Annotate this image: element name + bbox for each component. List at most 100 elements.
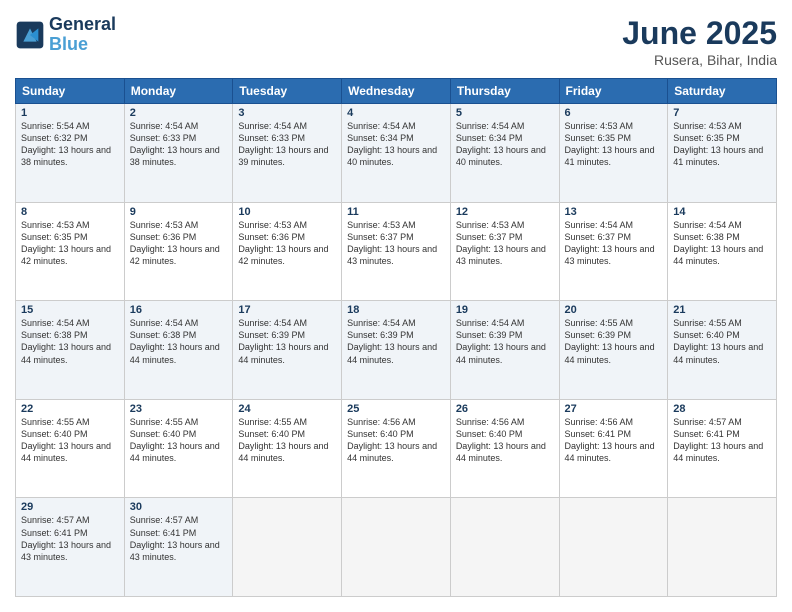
cell-info: Sunrise: 4:53 AMSunset: 6:35 PMDaylight:… (673, 120, 771, 169)
logo: General Blue (15, 15, 116, 55)
cell-info: Sunrise: 4:53 AMSunset: 6:36 PMDaylight:… (130, 219, 228, 268)
day-number: 22 (21, 403, 119, 415)
calendar-cell: 3Sunrise: 4:54 AMSunset: 6:33 PMDaylight… (233, 104, 342, 203)
day-number: 7 (673, 107, 771, 119)
cell-info: Sunrise: 4:54 AMSunset: 6:39 PMDaylight:… (347, 317, 445, 366)
calendar-cell: 14Sunrise: 4:54 AMSunset: 6:38 PMDayligh… (668, 202, 777, 301)
cell-info: Sunrise: 4:54 AMSunset: 6:37 PMDaylight:… (565, 219, 663, 268)
day-number: 19 (456, 304, 554, 316)
calendar-cell: 20Sunrise: 4:55 AMSunset: 6:39 PMDayligh… (559, 301, 668, 400)
calendar-cell: 4Sunrise: 4:54 AMSunset: 6:34 PMDaylight… (342, 104, 451, 203)
day-number: 26 (456, 403, 554, 415)
calendar-cell: 19Sunrise: 4:54 AMSunset: 6:39 PMDayligh… (450, 301, 559, 400)
day-number: 21 (673, 304, 771, 316)
day-number: 5 (456, 107, 554, 119)
cell-info: Sunrise: 4:53 AMSunset: 6:35 PMDaylight:… (565, 120, 663, 169)
calendar-cell (342, 498, 451, 597)
calendar-cell: 30Sunrise: 4:57 AMSunset: 6:41 PMDayligh… (124, 498, 233, 597)
header-day: Wednesday (342, 79, 451, 104)
cell-info: Sunrise: 4:54 AMSunset: 6:38 PMDaylight:… (21, 317, 119, 366)
calendar-cell: 21Sunrise: 4:55 AMSunset: 6:40 PMDayligh… (668, 301, 777, 400)
header-day: Monday (124, 79, 233, 104)
calendar-cell (668, 498, 777, 597)
cell-info: Sunrise: 4:57 AMSunset: 6:41 PMDaylight:… (21, 514, 119, 563)
day-number: 8 (21, 206, 119, 218)
day-number: 6 (565, 107, 663, 119)
cell-info: Sunrise: 4:53 AMSunset: 6:37 PMDaylight:… (456, 219, 554, 268)
logo-line2: Blue (49, 34, 88, 54)
header-day: Sunday (16, 79, 125, 104)
calendar-week-row: 1Sunrise: 5:54 AMSunset: 6:32 PMDaylight… (16, 104, 777, 203)
day-number: 1 (21, 107, 119, 119)
calendar-cell: 8Sunrise: 4:53 AMSunset: 6:35 PMDaylight… (16, 202, 125, 301)
cell-info: Sunrise: 4:55 AMSunset: 6:39 PMDaylight:… (565, 317, 663, 366)
calendar-cell: 23Sunrise: 4:55 AMSunset: 6:40 PMDayligh… (124, 399, 233, 498)
calendar-cell: 2Sunrise: 4:54 AMSunset: 6:33 PMDaylight… (124, 104, 233, 203)
main-title: June 2025 (622, 15, 777, 52)
calendar-cell: 10Sunrise: 4:53 AMSunset: 6:36 PMDayligh… (233, 202, 342, 301)
cell-info: Sunrise: 4:56 AMSunset: 6:40 PMDaylight:… (456, 416, 554, 465)
day-number: 23 (130, 403, 228, 415)
calendar-cell: 9Sunrise: 4:53 AMSunset: 6:36 PMDaylight… (124, 202, 233, 301)
calendar-body: 1Sunrise: 5:54 AMSunset: 6:32 PMDaylight… (16, 104, 777, 597)
cell-info: Sunrise: 4:55 AMSunset: 6:40 PMDaylight:… (238, 416, 336, 465)
title-block: June 2025 Rusera, Bihar, India (622, 15, 777, 68)
day-number: 10 (238, 206, 336, 218)
cell-info: Sunrise: 4:56 AMSunset: 6:40 PMDaylight:… (347, 416, 445, 465)
cell-info: Sunrise: 4:53 AMSunset: 6:35 PMDaylight:… (21, 219, 119, 268)
cell-info: Sunrise: 4:54 AMSunset: 6:38 PMDaylight:… (673, 219, 771, 268)
cell-info: Sunrise: 4:57 AMSunset: 6:41 PMDaylight:… (673, 416, 771, 465)
cell-info: Sunrise: 4:55 AMSunset: 6:40 PMDaylight:… (673, 317, 771, 366)
day-number: 3 (238, 107, 336, 119)
calendar-cell: 15Sunrise: 4:54 AMSunset: 6:38 PMDayligh… (16, 301, 125, 400)
day-number: 24 (238, 403, 336, 415)
cell-info: Sunrise: 4:56 AMSunset: 6:41 PMDaylight:… (565, 416, 663, 465)
calendar-cell: 11Sunrise: 4:53 AMSunset: 6:37 PMDayligh… (342, 202, 451, 301)
header-day: Saturday (668, 79, 777, 104)
calendar-cell: 28Sunrise: 4:57 AMSunset: 6:41 PMDayligh… (668, 399, 777, 498)
cell-info: Sunrise: 4:54 AMSunset: 6:33 PMDaylight:… (238, 120, 336, 169)
day-number: 13 (565, 206, 663, 218)
cell-info: Sunrise: 4:57 AMSunset: 6:41 PMDaylight:… (130, 514, 228, 563)
day-number: 29 (21, 501, 119, 513)
day-number: 4 (347, 107, 445, 119)
calendar-cell: 6Sunrise: 4:53 AMSunset: 6:35 PMDaylight… (559, 104, 668, 203)
cell-info: Sunrise: 4:55 AMSunset: 6:40 PMDaylight:… (130, 416, 228, 465)
day-number: 25 (347, 403, 445, 415)
day-number: 14 (673, 206, 771, 218)
calendar-cell: 12Sunrise: 4:53 AMSunset: 6:37 PMDayligh… (450, 202, 559, 301)
calendar-cell: 7Sunrise: 4:53 AMSunset: 6:35 PMDaylight… (668, 104, 777, 203)
cell-info: Sunrise: 4:53 AMSunset: 6:37 PMDaylight:… (347, 219, 445, 268)
header-day: Thursday (450, 79, 559, 104)
calendar-cell: 13Sunrise: 4:54 AMSunset: 6:37 PMDayligh… (559, 202, 668, 301)
calendar-cell: 22Sunrise: 4:55 AMSunset: 6:40 PMDayligh… (16, 399, 125, 498)
calendar-cell: 17Sunrise: 4:54 AMSunset: 6:39 PMDayligh… (233, 301, 342, 400)
logo-line1: General (49, 15, 116, 35)
calendar-cell (559, 498, 668, 597)
day-number: 18 (347, 304, 445, 316)
calendar-week-row: 15Sunrise: 4:54 AMSunset: 6:38 PMDayligh… (16, 301, 777, 400)
cell-info: Sunrise: 5:54 AMSunset: 6:32 PMDaylight:… (21, 120, 119, 169)
logo-text: General Blue (49, 15, 116, 55)
calendar-cell: 27Sunrise: 4:56 AMSunset: 6:41 PMDayligh… (559, 399, 668, 498)
logo-icon (15, 20, 45, 50)
day-number: 15 (21, 304, 119, 316)
calendar-header-row: SundayMondayTuesdayWednesdayThursdayFrid… (16, 79, 777, 104)
calendar-cell (233, 498, 342, 597)
calendar-week-row: 22Sunrise: 4:55 AMSunset: 6:40 PMDayligh… (16, 399, 777, 498)
cell-info: Sunrise: 4:55 AMSunset: 6:40 PMDaylight:… (21, 416, 119, 465)
calendar-cell: 29Sunrise: 4:57 AMSunset: 6:41 PMDayligh… (16, 498, 125, 597)
calendar-cell: 25Sunrise: 4:56 AMSunset: 6:40 PMDayligh… (342, 399, 451, 498)
calendar-cell: 1Sunrise: 5:54 AMSunset: 6:32 PMDaylight… (16, 104, 125, 203)
day-number: 28 (673, 403, 771, 415)
day-number: 17 (238, 304, 336, 316)
calendar-cell: 24Sunrise: 4:55 AMSunset: 6:40 PMDayligh… (233, 399, 342, 498)
calendar-cell: 26Sunrise: 4:56 AMSunset: 6:40 PMDayligh… (450, 399, 559, 498)
day-number: 11 (347, 206, 445, 218)
calendar-table: SundayMondayTuesdayWednesdayThursdayFrid… (15, 78, 777, 597)
calendar-cell: 5Sunrise: 4:54 AMSunset: 6:34 PMDaylight… (450, 104, 559, 203)
day-number: 2 (130, 107, 228, 119)
subtitle: Rusera, Bihar, India (622, 52, 777, 68)
calendar-week-row: 29Sunrise: 4:57 AMSunset: 6:41 PMDayligh… (16, 498, 777, 597)
day-number: 9 (130, 206, 228, 218)
